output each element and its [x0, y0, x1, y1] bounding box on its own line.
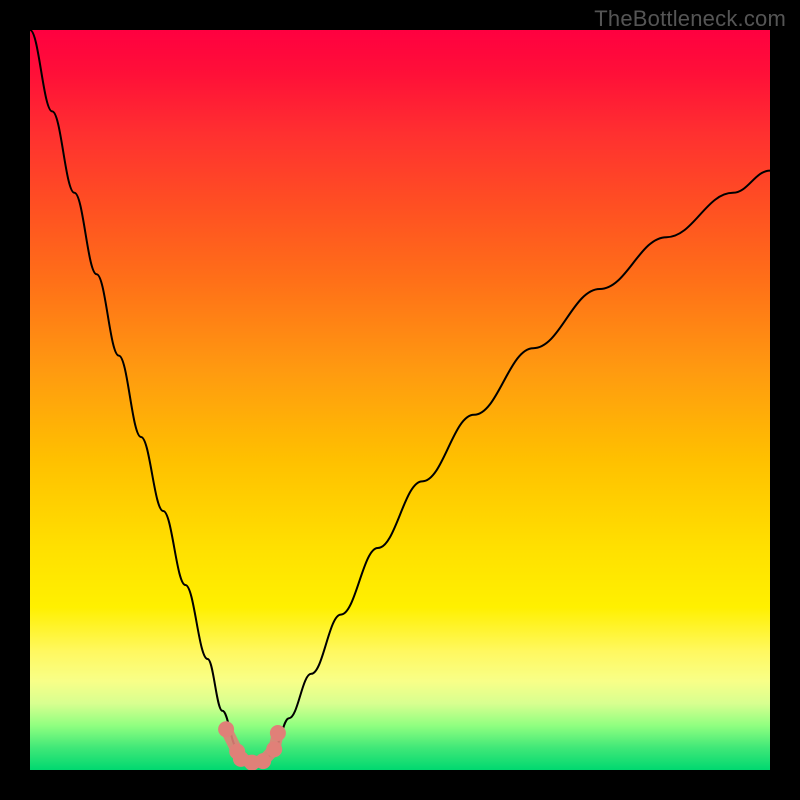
- plot-area: [30, 30, 770, 770]
- valley-marker-dot: [266, 741, 282, 757]
- watermark-text: TheBottleneck.com: [594, 6, 786, 32]
- bottleneck-curve: [30, 30, 770, 766]
- chart-frame: TheBottleneck.com: [0, 0, 800, 800]
- valley-marker-dot: [255, 753, 271, 769]
- valley-marker-dot: [270, 725, 286, 741]
- curve-svg: [30, 30, 770, 770]
- valley-marker-dot: [218, 721, 234, 737]
